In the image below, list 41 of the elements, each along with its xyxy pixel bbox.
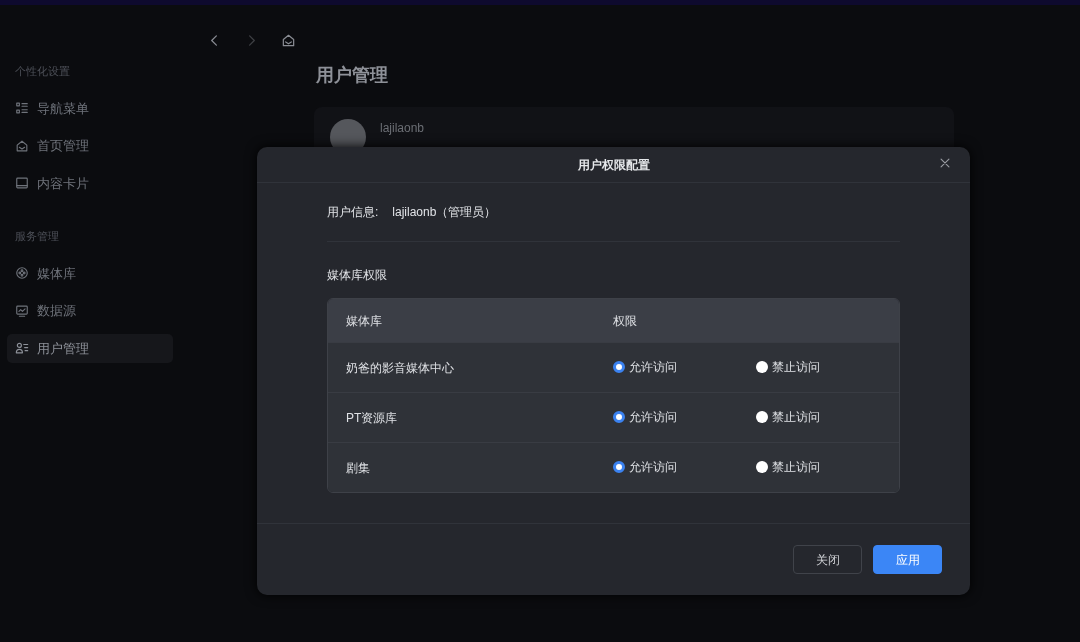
user-name: lajilaonb [380,119,425,137]
radio-button[interactable] [613,360,625,373]
radio-option[interactable]: 禁止访问 [756,357,820,376]
sidebar-item[interactable]: 内容卡片 [7,168,173,198]
user-list-icon [15,341,29,356]
dialog-title: 用户权限配置 [577,156,650,174]
radio-button[interactable] [613,410,625,423]
home-icon [281,33,296,48]
section-label: 服务管理 [14,229,60,244]
user-info-value: lajilaonb（管理员） [392,204,497,221]
radio-button[interactable] [756,410,768,423]
radio-option[interactable]: 禁止访问 [756,457,820,476]
close-button[interactable] [938,156,952,170]
radio-option[interactable]: 允许访问 [613,457,677,476]
radio-button[interactable] [756,460,768,473]
close-icon [938,156,952,170]
sidebar-item[interactable]: 首页管理 [7,131,173,161]
home-icon [15,138,29,153]
library-name: PT资源库 [345,409,399,427]
list-icon [15,101,29,116]
radio-button[interactable] [613,460,625,473]
sidebar-item[interactable]: 数据源 [7,296,173,326]
film-reel-icon [15,266,29,281]
radio-option[interactable]: 禁止访问 [756,407,820,426]
radio-option[interactable]: 允许访问 [613,357,677,376]
apply-button[interactable]: 应用 [873,545,942,574]
user-info-label: 用户信息: [327,204,379,221]
section-title: 媒体库权限 [327,267,388,284]
column-header: 权限 [613,312,637,330]
card-icon [15,176,29,191]
radio-option[interactable]: 允许访问 [613,407,677,426]
sidebar-item[interactable]: 媒体库 [7,258,173,288]
library-name: 剧集 [345,459,371,477]
radio-button[interactable] [756,360,768,373]
page-title: 用户管理 [316,65,389,87]
sidebar-item[interactable]: 用户管理 [7,333,173,363]
monitor-icon [15,303,29,318]
close-button[interactable]: 关闭 [793,545,862,574]
library-name: 奶爸的影音媒体中心 [345,359,455,377]
sidebar-item[interactable]: 导航菜单 [7,93,173,123]
column-header: 媒体库 [345,312,383,330]
